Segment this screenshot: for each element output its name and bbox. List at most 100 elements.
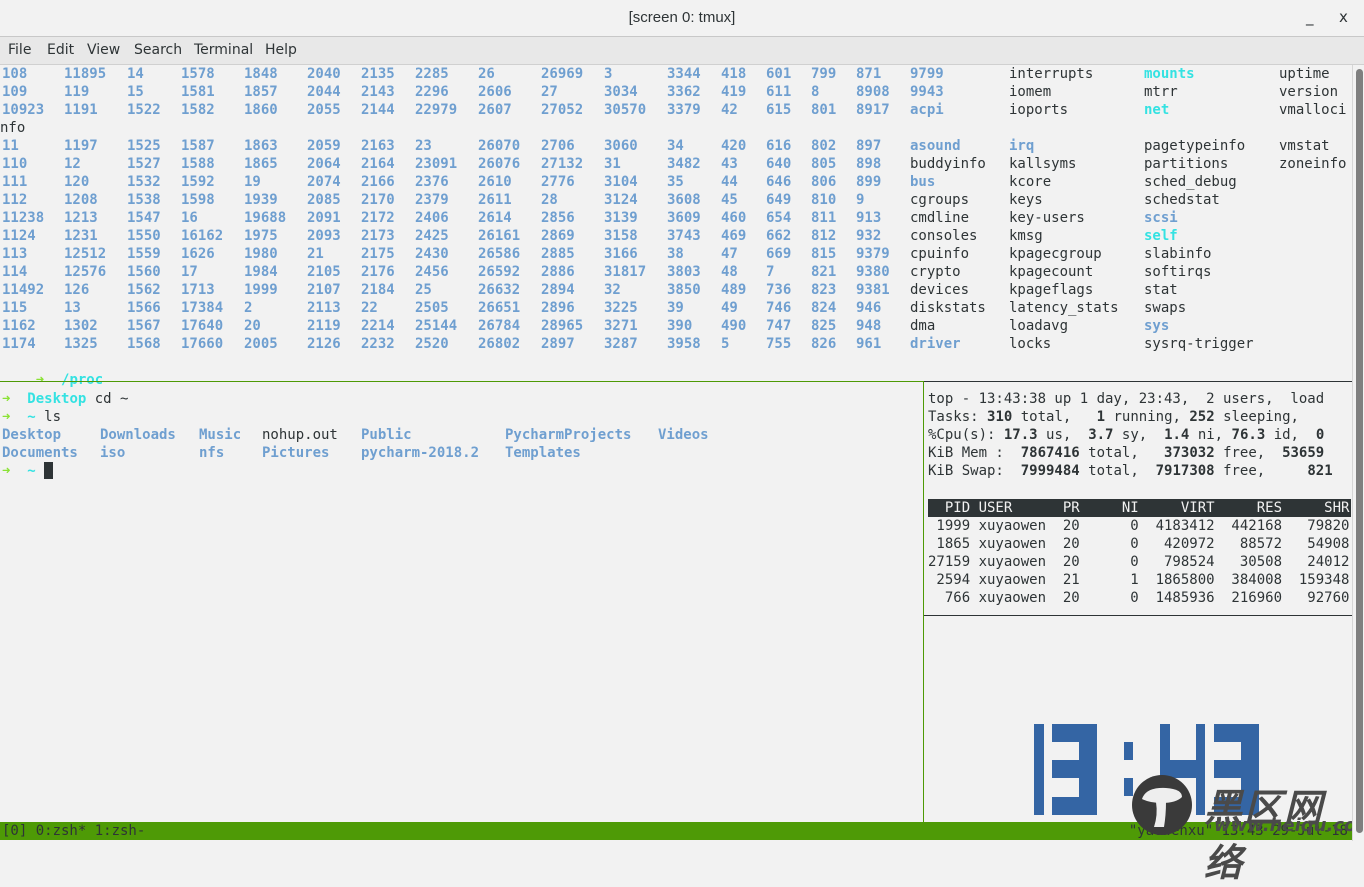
prompt-dir: ~: [27, 409, 36, 425]
proc-entry: partitions: [1144, 156, 1229, 172]
tmux-window-list[interactable]: [0] 0:zsh* 1:zsh-: [2, 822, 145, 840]
proc-entry: 824: [811, 300, 837, 316]
proc-entry: 2055: [307, 102, 341, 118]
menu-terminal[interactable]: Terminal: [194, 42, 253, 58]
proc-entry: vmstat: [1279, 138, 1330, 154]
proc-entry: 12512: [64, 246, 107, 262]
proc-entry: 8: [811, 84, 820, 100]
proc-entry: 2044: [307, 84, 341, 100]
menu-help[interactable]: Help: [265, 42, 297, 58]
menu-file[interactable]: File: [8, 42, 31, 58]
proc-entry: 2456: [415, 264, 449, 280]
shell-line-ls: ➜ ~ ls: [2, 408, 61, 426]
watermark: 黑区网络 www.heiqu.com: [1132, 775, 1364, 885]
proc-entry: 44: [721, 174, 738, 190]
proc-entry: 821: [811, 264, 837, 280]
proc-entry: 31: [604, 156, 621, 172]
proc-entry: 115: [2, 300, 28, 316]
ls-entry: Downloads: [100, 427, 176, 443]
proc-entry: 17: [181, 264, 198, 280]
proc-entry: 19688: [244, 210, 287, 226]
proc-entry: 26632: [478, 282, 521, 298]
prompt-dir: ~: [27, 463, 36, 479]
proc-entry: 826: [811, 336, 837, 352]
proc-entry: 1325: [64, 336, 98, 352]
scrollbar-thumb[interactable]: [1356, 69, 1363, 833]
proc-entry: 3139: [604, 210, 638, 226]
proc-entry: 2606: [478, 84, 512, 100]
proc-entry: devices: [910, 282, 970, 298]
proc-entry: 3850: [667, 282, 701, 298]
proc-entry: 1592: [181, 174, 215, 190]
menu-edit[interactable]: Edit: [47, 42, 74, 58]
proc-entry: 615: [766, 102, 792, 118]
menu-search[interactable]: Search: [134, 42, 182, 58]
process-row: 27159 xuyaowen 20 0 798524 30508 24012 S: [928, 554, 1364, 570]
proc-entry: 9: [856, 192, 865, 208]
proc-entry: buddyinfo: [910, 156, 986, 172]
proc-entry: kallsyms: [1009, 156, 1077, 172]
proc-entry: 20: [244, 318, 261, 334]
proc-entry: vmalloci: [1279, 102, 1347, 118]
proc-entry: 1567: [127, 318, 161, 334]
proc-entry: 1213: [64, 210, 98, 226]
proc-entry: 1191: [64, 102, 98, 118]
proc-entry: 21: [307, 246, 324, 262]
proc-entry: 2607: [478, 102, 512, 118]
proc-entry: 806: [811, 174, 837, 190]
close-button[interactable]: x: [1339, 8, 1348, 26]
proc-entry: 26592: [478, 264, 521, 280]
menu-view[interactable]: View: [87, 42, 120, 58]
proc-entry: kmsg: [1009, 228, 1043, 244]
proc-entry: 390: [667, 318, 693, 334]
proc-entry: kpagecgroup: [1009, 246, 1102, 262]
prompt-arrow-icon: ➜: [2, 463, 11, 479]
proc-entry: 2107: [307, 282, 341, 298]
proc-entry: 946: [856, 300, 882, 316]
proc-entry: 9799: [910, 66, 944, 82]
proc-entry: 418: [721, 66, 747, 82]
proc-entry: 28965: [541, 318, 584, 334]
proc-entry: 1939: [244, 192, 278, 208]
proc-entry: 2173: [361, 228, 395, 244]
shell-line-current[interactable]: ➜ ~: [2, 462, 54, 480]
shell-line-cd: ➜ Desktop cd ~: [2, 390, 128, 408]
proc-entry: 2520: [415, 336, 449, 352]
proc-entry: 26070: [478, 138, 521, 154]
ls-entry: Music: [199, 427, 242, 443]
process-table-header: PID USER PR NI VIRT RES SHR S: [928, 499, 1364, 517]
proc-entry: 26802: [478, 336, 521, 352]
proc-entry: 1566: [127, 300, 161, 316]
minimize-button[interactable]: _: [1306, 8, 1314, 26]
proc-entry: 48: [721, 264, 738, 280]
proc-entry: 17660: [181, 336, 224, 352]
proc-entry: nfo: [0, 120, 26, 136]
prompt-dir: Desktop: [27, 391, 87, 407]
terminal-scrollbar[interactable]: [1352, 65, 1364, 841]
window-titlebar: [screen 0: tmux] _ x: [0, 0, 1364, 37]
top-cpu-line: %Cpu(s): 17.3 us, 3.7 sy, 1.4 ni, 76.3 i…: [928, 427, 1325, 443]
proc-entry: irq: [1009, 138, 1035, 154]
ls-entry: PycharmProjects: [505, 427, 632, 443]
proc-entry: 2113: [307, 300, 341, 316]
proc-entry: 3225: [604, 300, 638, 316]
proc-entry: 42: [721, 102, 738, 118]
proc-entry: 2172: [361, 210, 395, 226]
proc-entry: 649: [766, 192, 792, 208]
proc-entry: asound: [910, 138, 961, 154]
proc-entry: 1550: [127, 228, 161, 244]
proc-entry: 114: [2, 264, 28, 280]
proc-entry: 26784: [478, 318, 521, 334]
proc-entry: 1525: [127, 138, 161, 154]
proc-entry: 2164: [361, 156, 395, 172]
proc-entry: cmdline: [910, 210, 970, 226]
proc-entry: 898: [856, 156, 882, 172]
proc-entry: 3609: [667, 210, 701, 226]
proc-entry: swaps: [1144, 300, 1187, 316]
pane-divider-vertical[interactable]: [923, 381, 924, 823]
proc-entry: 616: [766, 138, 792, 154]
proc-entry: 26: [478, 66, 495, 82]
proc-entry: 460: [721, 210, 747, 226]
proc-entry: interrupts: [1009, 66, 1094, 82]
terminal-area[interactable]: 108 11895 14 1578 1848 2040 2135 2285 26 26969 3 33…: [0, 65, 1364, 823]
